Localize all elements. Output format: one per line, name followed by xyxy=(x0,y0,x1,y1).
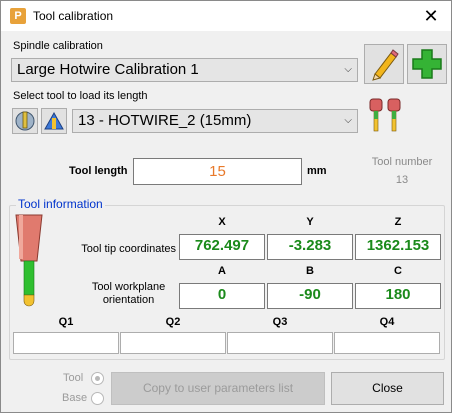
window-title: Tool calibration xyxy=(33,9,114,23)
spindle-calibration-select[interactable]: Large Hotwire Calibration 1 ⌵ xyxy=(11,58,358,82)
q2-header: Q2 xyxy=(165,316,181,328)
title-bar: P Tool calibration ✕ xyxy=(1,1,451,31)
radio-tool-label: Tool xyxy=(63,372,84,384)
b-header: B xyxy=(306,265,314,277)
plus-icon xyxy=(412,49,442,79)
add-calibration-button[interactable] xyxy=(407,44,447,84)
close-button[interactable]: Close xyxy=(331,372,444,405)
z-header: Z xyxy=(394,216,402,228)
q1-field[interactable] xyxy=(13,332,119,354)
tool-workplane-orientation-label: Tool workplane orientation xyxy=(91,281,166,306)
tool-tip-coordinates-label: Tool tip coordinates xyxy=(81,243,176,255)
tool-number-label: Tool number xyxy=(371,156,433,168)
tool-length-label: Tool length xyxy=(69,165,128,177)
q4-field[interactable] xyxy=(334,332,440,354)
copy-to-user-parameters-button[interactable]: Copy to user parameters list xyxy=(111,372,325,405)
select-tool-label: Select tool to load its length xyxy=(13,90,148,102)
tip-x-value: 762.497 xyxy=(179,234,265,260)
tool-setter-icon xyxy=(44,111,64,130)
tool-length-input[interactable]: 15 xyxy=(133,158,302,185)
tool-information-title: Tool information xyxy=(16,197,105,211)
tool-calibration-window: P Tool calibration ✕ Spindle calibration… xyxy=(0,0,452,413)
q3-field[interactable] xyxy=(227,332,333,354)
close-window-button[interactable]: ✕ xyxy=(411,1,451,31)
q4-header: Q4 xyxy=(379,316,395,328)
tool-select[interactable]: 13 - HOTWIRE_2 (15mm) ⌵ xyxy=(72,109,358,133)
orient-a-value: 0 xyxy=(179,283,265,309)
c-header: C xyxy=(394,265,402,277)
hotwire-tool-icon xyxy=(15,214,43,307)
radio-base[interactable] xyxy=(91,392,104,405)
radio-base-label: Base xyxy=(62,392,88,404)
app-logo-icon: P xyxy=(10,8,26,24)
pencil-icon xyxy=(372,49,399,81)
edit-calibration-button[interactable] xyxy=(364,44,404,84)
tool-magazine-icon xyxy=(15,111,35,131)
spindle-calibration-label: Spindle calibration xyxy=(13,40,103,52)
tool-number-value: 13 xyxy=(395,174,409,186)
tool-library-button[interactable] xyxy=(12,108,38,134)
tool-pair-icon xyxy=(369,98,401,132)
orient-b-value: -90 xyxy=(267,283,353,309)
tip-y-value: -3.283 xyxy=(267,234,353,260)
chevron-down-icon: ⌵ xyxy=(344,64,352,75)
load-tool-length-button[interactable] xyxy=(364,95,404,135)
spindle-calibration-value: Large Hotwire Calibration 1 xyxy=(17,61,199,78)
tool-setter-button[interactable] xyxy=(41,108,67,134)
a-header: A xyxy=(218,265,226,277)
q3-header: Q3 xyxy=(272,316,288,328)
q1-header: Q1 xyxy=(58,316,74,328)
q2-field[interactable] xyxy=(120,332,226,354)
radio-tool[interactable] xyxy=(91,372,104,385)
y-header: Y xyxy=(306,216,314,228)
tool-select-value: 13 - HOTWIRE_2 (15mm) xyxy=(78,112,252,129)
orient-c-value: 180 xyxy=(355,283,441,309)
tool-length-unit: mm xyxy=(307,165,327,177)
tip-z-value: 1362.153 xyxy=(355,234,441,260)
chevron-down-icon: ⌵ xyxy=(344,115,352,126)
x-header: X xyxy=(218,216,226,228)
